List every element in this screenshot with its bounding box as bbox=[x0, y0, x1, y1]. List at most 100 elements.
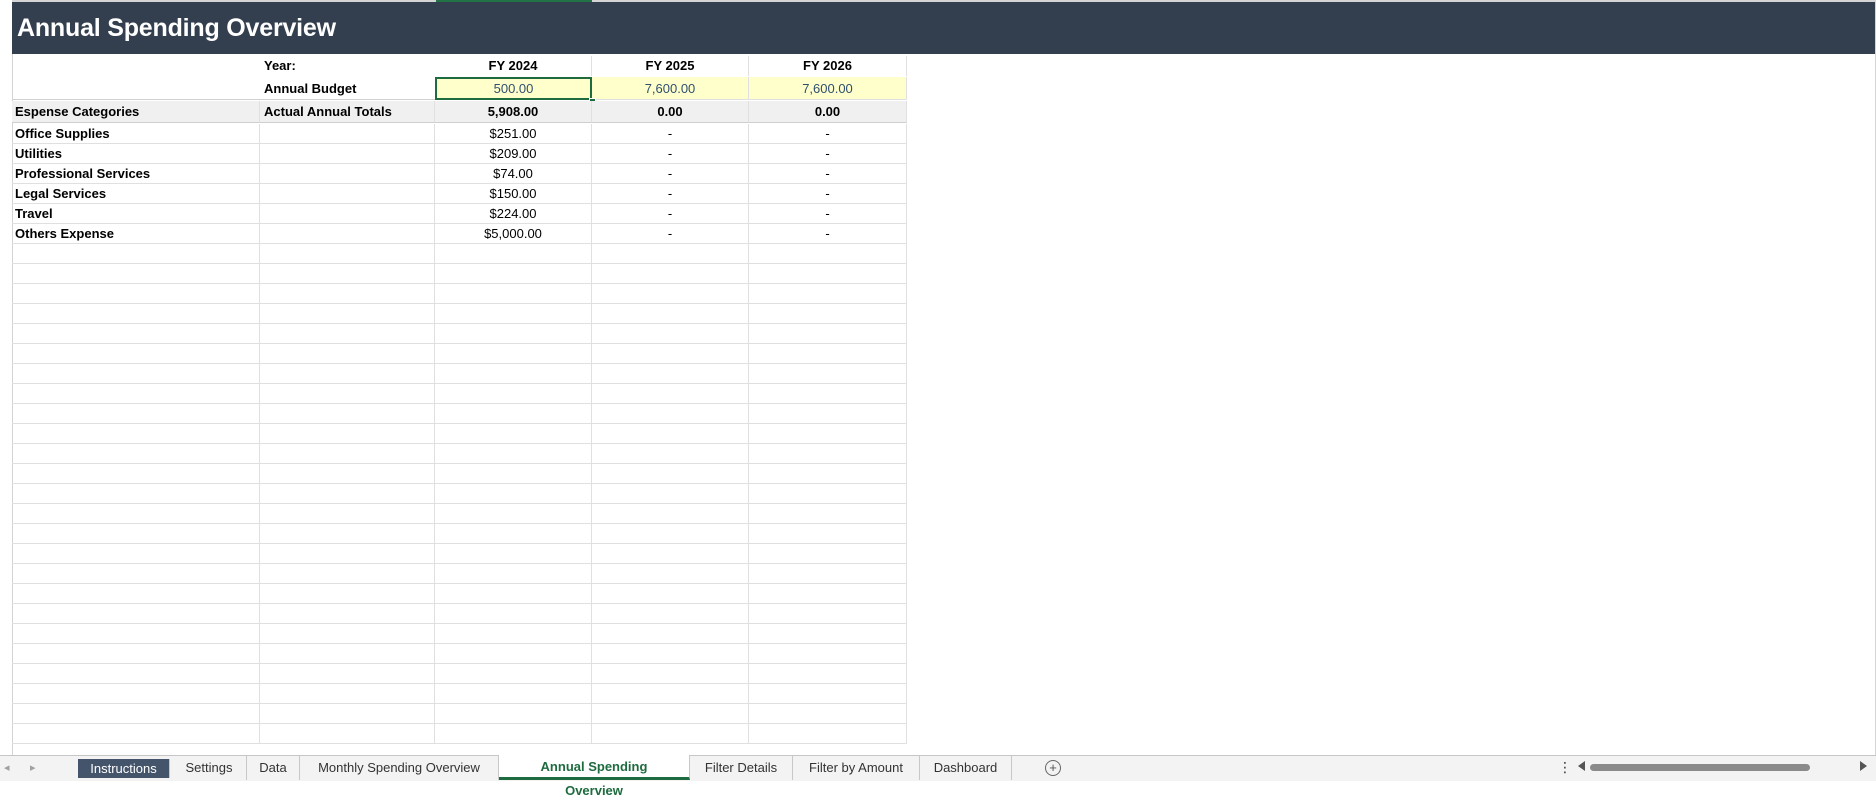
cell[interactable] bbox=[435, 444, 592, 464]
cell[interactable]: - bbox=[749, 164, 907, 184]
category-name[interactable] bbox=[12, 384, 260, 404]
category-name[interactable] bbox=[12, 644, 260, 664]
totals-label[interactable]: Actual Annual Totals bbox=[260, 101, 435, 123]
year-header[interactable]: FY 2026 bbox=[749, 56, 907, 76]
cell[interactable] bbox=[260, 544, 435, 564]
cell[interactable] bbox=[592, 704, 749, 724]
cell[interactable] bbox=[260, 644, 435, 664]
cell[interactable] bbox=[260, 724, 435, 744]
cell[interactable] bbox=[592, 404, 749, 424]
cell[interactable] bbox=[592, 604, 749, 624]
category-name[interactable] bbox=[12, 244, 260, 264]
year-label[interactable]: Year: bbox=[260, 56, 435, 76]
cell[interactable] bbox=[592, 284, 749, 304]
cell[interactable] bbox=[435, 504, 592, 524]
cell[interactable] bbox=[592, 364, 749, 384]
cell[interactable] bbox=[260, 664, 435, 684]
year-header[interactable]: FY 2024 bbox=[435, 56, 592, 76]
cell[interactable] bbox=[749, 564, 907, 584]
cell[interactable] bbox=[260, 604, 435, 624]
cell[interactable] bbox=[749, 444, 907, 464]
plus-circle-icon[interactable]: + bbox=[1045, 760, 1061, 776]
cell[interactable] bbox=[592, 644, 749, 664]
cell[interactable]: - bbox=[592, 224, 749, 244]
year-header[interactable]: FY 2025 bbox=[592, 56, 749, 76]
category-name[interactable]: Utilities bbox=[12, 144, 260, 164]
triangle-right-icon[interactable]: ▸ bbox=[30, 761, 36, 774]
category-name[interactable] bbox=[12, 524, 260, 544]
cell[interactable]: $5,000.00 bbox=[435, 224, 592, 244]
cell[interactable] bbox=[592, 624, 749, 644]
horizontal-scrollbar[interactable] bbox=[1590, 764, 1810, 771]
cell[interactable] bbox=[592, 664, 749, 684]
sheet-tab[interactable]: Annual Spending Overview bbox=[499, 755, 690, 798]
cell[interactable] bbox=[260, 224, 435, 244]
cell[interactable] bbox=[592, 564, 749, 584]
cell[interactable] bbox=[749, 384, 907, 404]
budget-cell-selected[interactable]: 500.00 bbox=[435, 77, 592, 100]
cell[interactable] bbox=[592, 724, 749, 744]
cell[interactable] bbox=[749, 524, 907, 544]
cell[interactable] bbox=[260, 424, 435, 444]
category-name[interactable] bbox=[12, 624, 260, 644]
cell[interactable] bbox=[749, 484, 907, 504]
cell[interactable] bbox=[749, 724, 907, 744]
cell[interactable] bbox=[749, 284, 907, 304]
cell[interactable]: - bbox=[592, 144, 749, 164]
cell[interactable] bbox=[435, 284, 592, 304]
cell[interactable] bbox=[260, 704, 435, 724]
cell[interactable] bbox=[260, 304, 435, 324]
category-name[interactable] bbox=[12, 404, 260, 424]
cell[interactable] bbox=[435, 404, 592, 424]
cell[interactable]: $209.00 bbox=[435, 144, 592, 164]
cell[interactable]: $74.00 bbox=[435, 164, 592, 184]
scroll-left-icon[interactable] bbox=[1578, 761, 1585, 771]
cell[interactable] bbox=[435, 364, 592, 384]
cell[interactable] bbox=[260, 484, 435, 504]
category-name[interactable] bbox=[12, 704, 260, 724]
cell[interactable] bbox=[260, 344, 435, 364]
cell[interactable] bbox=[260, 144, 435, 164]
category-name[interactable]: Office Supplies bbox=[12, 124, 260, 144]
cell[interactable] bbox=[749, 264, 907, 284]
category-name[interactable] bbox=[12, 284, 260, 304]
cell[interactable] bbox=[12, 56, 260, 76]
cell[interactable]: - bbox=[749, 124, 907, 144]
cell[interactable]: - bbox=[592, 124, 749, 144]
cell[interactable] bbox=[435, 724, 592, 744]
cell[interactable] bbox=[592, 424, 749, 444]
cell[interactable] bbox=[749, 664, 907, 684]
cell[interactable] bbox=[592, 444, 749, 464]
total-cell[interactable]: 0.00 bbox=[749, 101, 907, 123]
cell[interactable] bbox=[749, 464, 907, 484]
category-name[interactable] bbox=[12, 464, 260, 484]
cell[interactable] bbox=[592, 584, 749, 604]
cell[interactable] bbox=[592, 544, 749, 564]
budget-label[interactable]: Annual Budget bbox=[260, 77, 435, 100]
cell[interactable] bbox=[749, 644, 907, 664]
cell[interactable] bbox=[435, 424, 592, 444]
cell[interactable]: - bbox=[749, 224, 907, 244]
cell[interactable] bbox=[592, 324, 749, 344]
sheet-tab[interactable]: Settings bbox=[172, 756, 247, 780]
category-name[interactable] bbox=[12, 564, 260, 584]
scroll-right-icon[interactable] bbox=[1860, 761, 1867, 771]
cell[interactable] bbox=[435, 664, 592, 684]
cell[interactable] bbox=[260, 204, 435, 224]
cell[interactable] bbox=[749, 544, 907, 564]
sheet-tab[interactable]: Filter by Amount bbox=[793, 756, 920, 780]
category-name[interactable] bbox=[12, 664, 260, 684]
category-name[interactable] bbox=[12, 484, 260, 504]
cell[interactable] bbox=[435, 704, 592, 724]
vertical-dots-icon[interactable]: ⋮ bbox=[1558, 759, 1572, 776]
sheet-tab[interactable]: Monthly Spending Overview bbox=[300, 756, 499, 780]
category-name[interactable] bbox=[12, 724, 260, 744]
total-cell[interactable]: 5,908.00 bbox=[435, 101, 592, 123]
cell[interactable] bbox=[749, 424, 907, 444]
category-name[interactable] bbox=[12, 344, 260, 364]
cell[interactable] bbox=[749, 624, 907, 644]
cell[interactable] bbox=[260, 564, 435, 584]
cell[interactable] bbox=[435, 604, 592, 624]
cell[interactable] bbox=[749, 404, 907, 424]
cell[interactable] bbox=[260, 244, 435, 264]
